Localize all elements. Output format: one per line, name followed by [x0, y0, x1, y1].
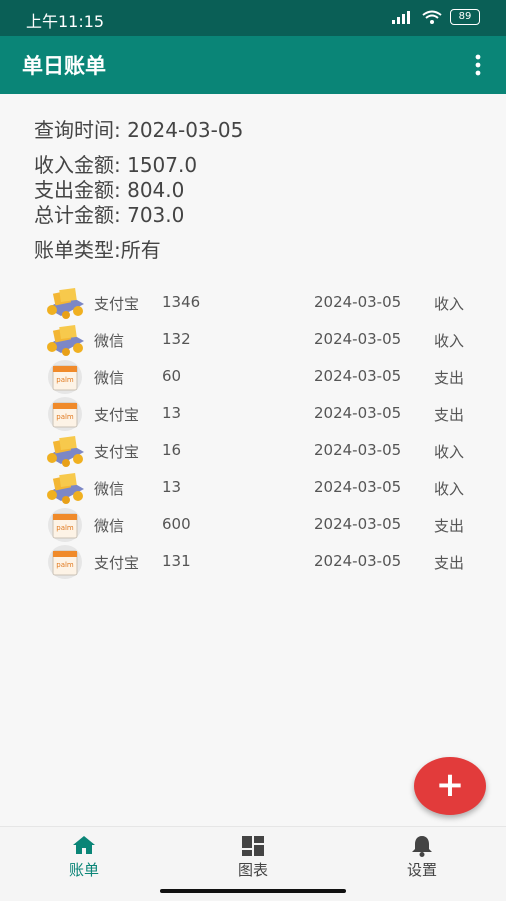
status-bar: 上午11:15 89	[0, 0, 506, 36]
page-title: 单日账单	[22, 54, 106, 78]
bill-date: 2024-03-05	[314, 478, 402, 496]
expense-bag-icon: palm	[44, 508, 86, 542]
income-coins-icon	[44, 286, 86, 320]
svg-text:palm: palm	[56, 376, 74, 384]
bill-channel: 支付宝	[94, 443, 140, 461]
income-coins-icon	[44, 471, 86, 505]
query-date: 查询时间: 2024-03-05	[34, 118, 244, 142]
bill-amount: 13	[162, 478, 182, 496]
bill-channel: 支付宝	[94, 554, 140, 572]
bill-kind: 支出	[434, 517, 465, 535]
bill-channel: 微信	[94, 517, 125, 535]
bill-kind: 支出	[434, 554, 465, 572]
tab-charts-label: 图表	[237, 861, 268, 879]
bill-channel: 微信	[94, 480, 125, 498]
svg-text:palm: palm	[56, 413, 74, 421]
bill-date: 2024-03-05	[314, 330, 402, 348]
signal-icon	[392, 11, 410, 24]
add-bill-button[interactable]: +	[414, 757, 486, 815]
bill-amount: 60	[162, 367, 182, 385]
bill-item[interactable]: 微信 132 2024-03-05 收入	[42, 321, 482, 358]
expense-bag-icon: palm	[44, 360, 86, 394]
bill-type: 账单类型:所有	[34, 238, 161, 262]
bill-list: 支付宝 1346 2024-03-05 收入 微信 132 2024-03-05 收入 palm…	[42, 284, 482, 580]
bill-kind: 支出	[434, 406, 465, 424]
expense-total: 支出金额: 804.0	[34, 178, 185, 202]
expense-bag-icon: palm	[44, 397, 86, 431]
income-coins-icon	[44, 434, 86, 468]
svg-text:palm: palm	[56, 561, 74, 569]
bill-amount: 600	[162, 515, 191, 533]
tab-settings-label: 设置	[406, 861, 437, 879]
bell-icon	[412, 836, 432, 857]
bill-date: 2024-03-05	[314, 441, 402, 459]
wifi-icon	[422, 10, 442, 24]
bill-kind: 收入	[434, 295, 465, 313]
bill-kind: 收入	[434, 480, 465, 498]
summary-panel: 查询时间: 2024-03-05 收入金额: 1507.0 支出金额: 804.…	[34, 118, 243, 263]
bill-channel: 微信	[94, 332, 125, 350]
income-coins-icon	[44, 323, 86, 357]
bill-item[interactable]: palm 支付宝 13 2024-03-05 支出	[42, 395, 482, 432]
bill-amount: 16	[162, 441, 182, 459]
app-bar: 单日账单	[0, 36, 506, 94]
bill-kind: 收入	[434, 332, 465, 350]
bill-amount: 1346	[162, 293, 201, 311]
tab-settings[interactable]: 设置	[338, 827, 506, 887]
bill-channel: 支付宝	[94, 406, 140, 424]
tab-bills-label: 账单	[68, 861, 99, 879]
bill-date: 2024-03-05	[314, 552, 402, 570]
battery-icon: 89	[450, 9, 480, 25]
bill-amount: 131	[162, 552, 191, 570]
bill-date: 2024-03-05	[314, 515, 402, 533]
bill-item[interactable]: 微信 13 2024-03-05 收入	[42, 469, 482, 506]
bill-amount: 132	[162, 330, 191, 348]
svg-text:palm: palm	[56, 524, 74, 532]
bill-item[interactable]: 支付宝 16 2024-03-05 收入	[42, 432, 482, 469]
bill-item[interactable]: 支付宝 1346 2024-03-05 收入	[42, 284, 482, 321]
bill-kind: 收入	[434, 443, 465, 461]
system-icons: 89	[392, 9, 480, 25]
bill-date: 2024-03-05	[314, 293, 402, 311]
tab-bills[interactable]: 账单	[0, 827, 168, 887]
dashboard-icon	[242, 836, 264, 856]
home-icon	[73, 836, 95, 854]
net-total: 总计金额: 703.0	[34, 203, 185, 227]
bill-item[interactable]: palm 支付宝 131 2024-03-05 支出	[42, 543, 482, 580]
more-vert-icon[interactable]	[470, 53, 486, 77]
tab-charts[interactable]: 图表	[169, 827, 337, 887]
bill-channel: 支付宝	[94, 295, 140, 313]
home-indicator	[160, 889, 346, 893]
bill-item[interactable]: palm 微信 60 2024-03-05 支出	[42, 358, 482, 395]
status-time: 上午11:15	[26, 12, 105, 31]
bill-channel: 微信	[94, 369, 125, 387]
income-total: 收入金额: 1507.0	[34, 153, 198, 177]
expense-bag-icon: palm	[44, 545, 86, 579]
bill-amount: 13	[162, 404, 182, 422]
bill-item[interactable]: palm 微信 600 2024-03-05 支出	[42, 506, 482, 543]
bill-date: 2024-03-05	[314, 367, 402, 385]
bill-kind: 支出	[434, 369, 465, 387]
bill-date: 2024-03-05	[314, 404, 402, 422]
